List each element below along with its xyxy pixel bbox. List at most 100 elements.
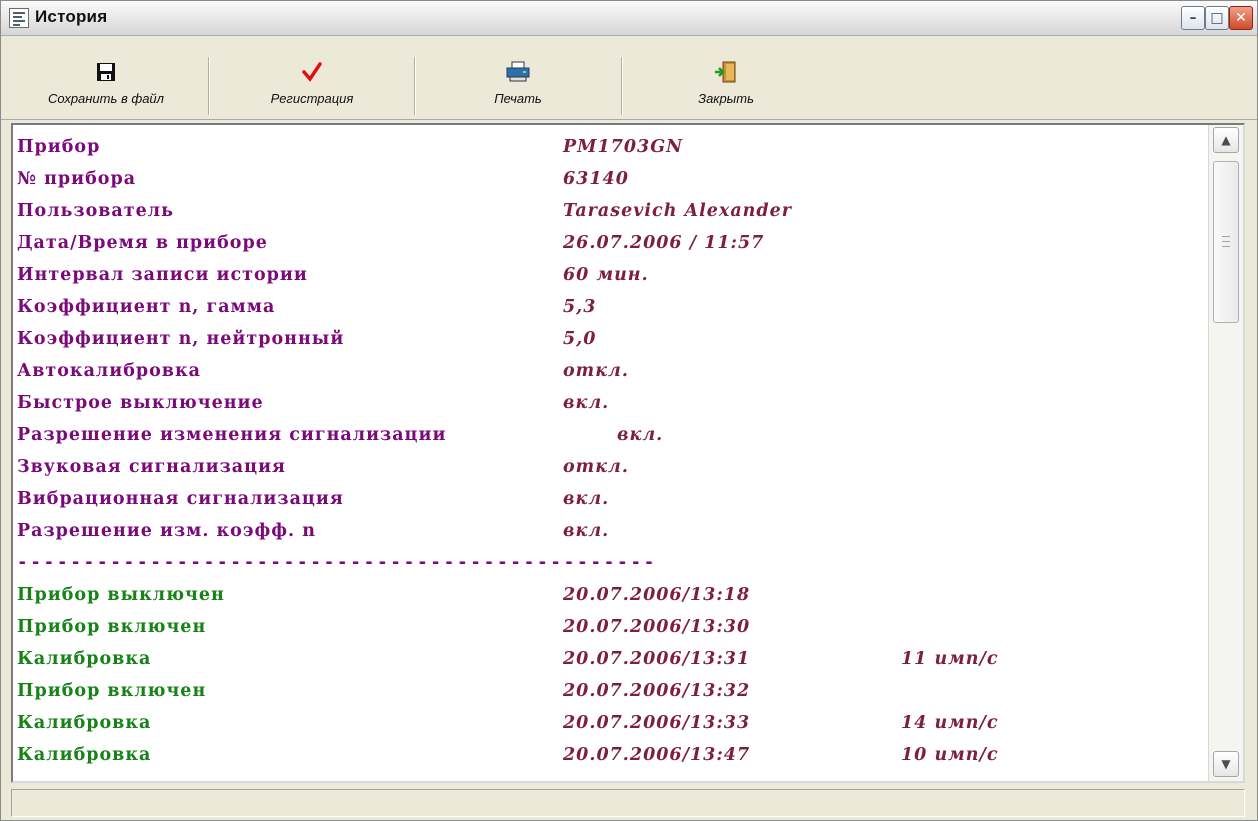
event-row: Калибровка 20.07.2006/13:31 11 имп/с <box>17 643 1207 675</box>
registration-button[interactable]: Регистрация <box>215 57 409 115</box>
info-row: Автокалибровка откл. <box>17 355 1207 387</box>
info-label: Разрешение изм. коэфф. n <box>17 521 316 541</box>
close-button[interactable]: ✕ <box>1229 6 1253 30</box>
floppy-disk-icon <box>97 63 115 81</box>
info-value: откл. <box>563 361 629 381</box>
window-title: История <box>35 7 108 26</box>
info-label: Дата/Время в приборе <box>17 233 268 253</box>
close-tool-label: Закрыть <box>698 91 754 106</box>
toolbar-separator <box>208 57 210 115</box>
event-extra: 11 имп/с <box>901 649 999 669</box>
title-bar[interactable]: История – □ ✕ <box>1 1 1257 36</box>
scrollbar-grip-icon <box>1222 236 1230 247</box>
info-label: Пользователь <box>17 201 174 221</box>
info-label: Коэффициент n, нейтронный <box>17 329 345 349</box>
info-row: Пользователь Tarasevich Alexander <box>17 195 1207 227</box>
info-row: Прибор PM1703GN <box>17 131 1207 163</box>
history-text: Прибор PM1703GN № прибора 63140 Пользовате… <box>17 131 1207 781</box>
info-row: Разрешение изм. коэфф. n вкл. <box>17 515 1207 547</box>
checkmark-icon <box>302 62 322 82</box>
vertical-scrollbar[interactable]: ▲ ▼ <box>1208 125 1243 781</box>
toolbar-separator <box>621 57 623 115</box>
info-value: вкл. <box>563 393 610 413</box>
scroll-up-button[interactable]: ▲ <box>1213 127 1239 153</box>
info-label: Автокалибровка <box>17 361 201 381</box>
device-info-list: Прибор PM1703GN № прибора 63140 Пользовате… <box>17 131 1207 547</box>
info-value: 26.07.2006 / 11:57 <box>563 233 765 253</box>
toolbar: Сохранить в файл Регистрация Печать Закр… <box>1 37 1257 120</box>
scrollbar-thumb[interactable] <box>1213 161 1239 323</box>
info-row: № прибора 63140 <box>17 163 1207 195</box>
info-row: Коэффициент n, гамма 5,3 <box>17 291 1207 323</box>
chevron-down-icon: ▼ <box>1221 757 1231 771</box>
info-row: Звуковая сигнализация откл. <box>17 451 1207 483</box>
section-separator: ----------------------------------------… <box>17 547 1207 579</box>
info-row: Дата/Время в приборе 26.07.2006 / 11:57 <box>17 227 1207 259</box>
info-row: Разрешение изменения сигнализации вкл. <box>17 419 1207 451</box>
info-label: Звуковая сигнализация <box>17 457 286 477</box>
info-value: вкл. <box>563 489 610 509</box>
event-time: 20.07.2006/13:33 <box>563 713 751 733</box>
info-value: 63140 <box>563 169 629 189</box>
event-row: Калибровка 20.07.2006/13:33 14 имп/с <box>17 707 1207 739</box>
history-window: История – □ ✕ Сохранить в файл Регистрац… <box>0 0 1258 821</box>
print-label: Печать <box>494 91 542 106</box>
event-label: Калибровка <box>17 649 152 669</box>
print-button[interactable]: Печать <box>421 57 615 115</box>
close-tool-button[interactable]: Закрыть <box>629 57 823 115</box>
info-value: вкл. <box>617 425 664 445</box>
printer-icon <box>506 61 530 82</box>
door-exit-icon <box>715 61 736 83</box>
toolbar-separator <box>414 57 416 115</box>
event-row: Калибровка 20.07.2006/13:47 10 имп/с <box>17 739 1207 771</box>
info-row: Коэффициент n, нейтронный 5,0 <box>17 323 1207 355</box>
event-label: Прибор включен <box>17 681 207 701</box>
event-row: Прибор включен 20.07.2006/13:32 <box>17 675 1207 707</box>
save-to-file-button[interactable]: Сохранить в файл <box>13 57 199 115</box>
maximize-button[interactable]: □ <box>1205 6 1229 30</box>
info-value: 60 мин. <box>563 265 649 285</box>
dashed-separator: ----------------------------------------… <box>17 553 658 573</box>
event-label: Калибровка <box>17 713 152 733</box>
info-row: Быстрое выключение вкл. <box>17 387 1207 419</box>
info-label: Интервал записи истории <box>17 265 308 285</box>
info-label: Вибрационная сигнализация <box>17 489 344 509</box>
maximize-icon: □ <box>1210 10 1224 26</box>
info-value: откл. <box>563 457 629 477</box>
info-label: Быстрое выключение <box>17 393 264 413</box>
event-time: 20.07.2006/13:18 <box>563 585 751 605</box>
info-value: Tarasevich Alexander <box>563 201 792 221</box>
info-value: вкл. <box>563 521 610 541</box>
info-value: PM1703GN <box>563 137 684 157</box>
event-time: 20.07.2006/13:32 <box>563 681 751 701</box>
chevron-up-icon: ▲ <box>1221 133 1231 147</box>
info-label: № прибора <box>17 169 137 189</box>
info-value: 5,0 <box>563 329 597 349</box>
event-time: 20.07.2006/13:47 <box>563 745 751 765</box>
registration-label: Регистрация <box>270 91 354 106</box>
event-time: 20.07.2006/13:31 <box>563 649 751 669</box>
scroll-down-button[interactable]: ▼ <box>1213 751 1239 777</box>
info-row: Интервал записи истории 60 мин. <box>17 259 1207 291</box>
event-extra: 10 имп/с <box>901 745 999 765</box>
app-window-icon[interactable] <box>9 8 29 28</box>
info-row: Вибрационная сигнализация вкл. <box>17 483 1207 515</box>
status-bar <box>11 789 1245 817</box>
event-label: Прибор выключен <box>17 585 225 605</box>
event-log-list: Прибор выключен 20.07.2006/13:18 Прибор в… <box>17 579 1207 771</box>
history-text-view[interactable]: Прибор PM1703GN № прибора 63140 Пользовате… <box>11 123 1245 783</box>
event-row: Прибор выключен 20.07.2006/13:18 <box>17 579 1207 611</box>
event-time: 20.07.2006/13:30 <box>563 617 751 637</box>
minimize-icon: – <box>1189 10 1197 26</box>
info-value: 5,3 <box>563 297 597 317</box>
event-label: Прибор включен <box>17 617 207 637</box>
minimize-button[interactable]: – <box>1181 6 1205 30</box>
event-label: Калибровка <box>17 745 152 765</box>
info-label: Разрешение изменения сигнализации <box>17 425 447 445</box>
event-extra: 14 имп/с <box>901 713 999 733</box>
close-icon: ✕ <box>1235 10 1247 26</box>
info-label: Прибор <box>17 137 101 157</box>
save-to-file-label: Сохранить в файл <box>47 91 164 106</box>
event-row: Прибор включен 20.07.2006/13:30 <box>17 611 1207 643</box>
info-label: Коэффициент n, гамма <box>17 297 276 317</box>
